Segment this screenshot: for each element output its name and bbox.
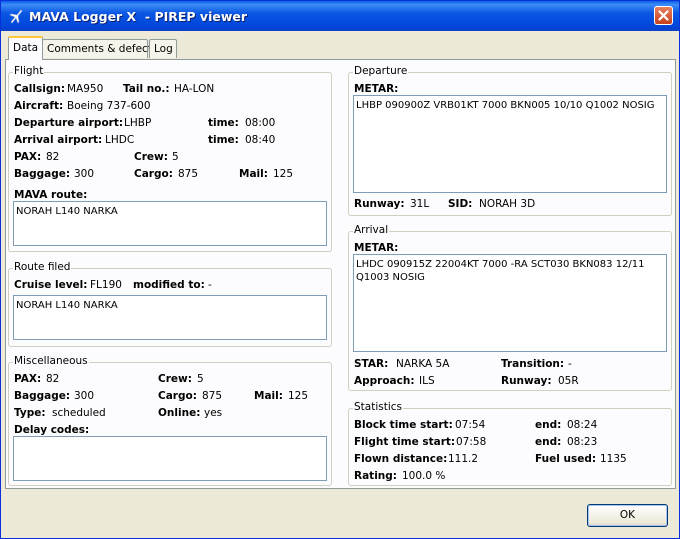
close-icon xyxy=(658,10,669,21)
tail-label: Tail no.: xyxy=(123,83,170,95)
statistics-group-title: Statistics xyxy=(353,401,403,413)
fuel-used-label: Fuel used: xyxy=(535,453,597,465)
tab-data[interactable]: Data xyxy=(8,36,43,60)
departure-group-title: Departure xyxy=(353,65,409,77)
rating-label: Rating: xyxy=(354,470,397,482)
mail-label: Mail: xyxy=(239,168,268,180)
departure-time-label: time: xyxy=(208,117,239,129)
block-time-start-value: 07:54 xyxy=(455,419,486,431)
transition-value: - xyxy=(568,358,572,370)
arrival-time-label: time: xyxy=(208,134,239,146)
misc-mail-label: Mail: xyxy=(254,390,283,402)
callsign-value: MA950 xyxy=(67,83,104,95)
arrival-metar-textarea[interactable]: LHDC 090915Z 22004KT 7000 -RA SCT030 BKN… xyxy=(353,254,667,352)
flown-distance-label: Flown distance: xyxy=(354,453,448,465)
flight-group-title: Flight xyxy=(13,65,45,77)
flight-time-start-label: Flight time start: xyxy=(354,436,456,448)
block-time-end-label: end: xyxy=(535,419,562,431)
pax-value: 82 xyxy=(46,151,60,163)
departure-time-value: 08:00 xyxy=(245,117,276,129)
miscellaneous-group-title: Miscellaneous xyxy=(13,355,89,367)
crew-label: Crew: xyxy=(134,151,168,163)
cargo-value: 875 xyxy=(178,168,199,180)
misc-baggage-value: 300 xyxy=(74,390,95,402)
arrival-airport-label: Arrival airport: xyxy=(14,134,103,146)
sid-value: NORAH 3D xyxy=(479,198,536,210)
filed-route-textarea[interactable]: NORAH L140 NARKA xyxy=(13,295,327,340)
departure-runway-label: Runway: xyxy=(354,198,405,210)
airplane-icon xyxy=(9,9,23,24)
mava-route-label: MAVA route: xyxy=(14,189,88,201)
aircraft-value: Boeing 737-600 xyxy=(67,100,151,112)
tail-value: HA-LON xyxy=(174,83,215,95)
callsign-label: Callsign: xyxy=(14,83,66,95)
departure-metar-textarea[interactable]: LHBP 090900Z VRB01KT 7000 BKN005 10/10 Q… xyxy=(353,95,667,193)
misc-pax-value: 82 xyxy=(46,373,60,385)
fuel-used-value: 1135 xyxy=(600,453,627,465)
arrival-metar-label: METAR: xyxy=(354,242,399,254)
departure-runway-value: 31L xyxy=(410,198,430,210)
route-filed-group-title: Route filed xyxy=(13,261,72,273)
misc-mail-value: 125 xyxy=(288,390,309,402)
delay-codes-textarea[interactable] xyxy=(13,436,327,481)
aircraft-label: Aircraft: xyxy=(14,100,64,112)
type-label: Type: xyxy=(14,407,46,419)
departure-airport-value: LHBP xyxy=(124,117,152,129)
crew-value: 5 xyxy=(172,151,179,163)
ok-button[interactable]: OK xyxy=(587,504,668,527)
close-button[interactable] xyxy=(654,6,673,25)
flown-distance-value: 111.2 xyxy=(448,453,479,465)
arrival-airport-value: LHDC xyxy=(105,134,135,146)
type-value: scheduled xyxy=(52,407,106,419)
misc-pax-label: PAX: xyxy=(14,373,42,385)
flight-time-end-label: end: xyxy=(535,436,562,448)
star-value: NARKA 5A xyxy=(396,358,450,370)
online-label: Online: xyxy=(158,407,201,419)
baggage-label: Baggage: xyxy=(14,168,71,180)
title-bar[interactable]: MAVA Logger X - PIREP viewer xyxy=(1,1,679,31)
sid-label: SID: xyxy=(448,198,473,210)
pirep-viewer-window: MAVA Logger X - PIREP viewer Data Commen… xyxy=(0,0,680,539)
block-time-end-value: 08:24 xyxy=(567,419,598,431)
approach-label: Approach: xyxy=(354,375,415,387)
arrival-runway-value: 05R xyxy=(558,375,579,387)
cruise-level-label: Cruise level: xyxy=(14,279,88,291)
flight-time-end-value: 08:23 xyxy=(567,436,598,448)
online-value: yes xyxy=(204,407,223,419)
arrival-runway-label: Runway: xyxy=(501,375,552,387)
cruise-level-value: FL190 xyxy=(90,279,122,291)
baggage-value: 300 xyxy=(74,168,95,180)
delay-codes-label: Delay codes: xyxy=(14,424,90,436)
arrival-time-value: 08:40 xyxy=(245,134,276,146)
departure-airport-label: Departure airport: xyxy=(14,117,124,129)
arrival-group-title: Arrival xyxy=(353,224,390,236)
block-time-start-label: Block time start: xyxy=(354,419,453,431)
departure-metar-label: METAR: xyxy=(354,83,399,95)
pax-label: PAX: xyxy=(14,151,42,163)
flight-time-start-value: 07:58 xyxy=(456,436,487,448)
misc-crew-value: 5 xyxy=(197,373,204,385)
misc-baggage-label: Baggage: xyxy=(14,390,71,402)
mava-route-textarea[interactable]: NORAH L140 NARKA xyxy=(13,201,327,246)
modified-to-value: - xyxy=(208,279,212,291)
rating-value: 100.0 % xyxy=(402,470,446,482)
approach-value: ILS xyxy=(419,375,435,387)
mail-value: 125 xyxy=(273,168,294,180)
star-label: STAR: xyxy=(354,358,389,370)
misc-cargo-value: 875 xyxy=(202,390,223,402)
transition-label: Transition: xyxy=(501,358,565,370)
misc-cargo-label: Cargo: xyxy=(158,390,197,402)
cargo-label: Cargo: xyxy=(134,168,173,180)
tab-log[interactable]: Log xyxy=(149,39,177,58)
window-title: MAVA Logger X - PIREP viewer xyxy=(29,9,248,24)
modified-to-label: modified to: xyxy=(133,279,205,291)
misc-crew-label: Crew: xyxy=(158,373,192,385)
tab-comments-defects[interactable]: Comments & defects xyxy=(42,39,157,58)
